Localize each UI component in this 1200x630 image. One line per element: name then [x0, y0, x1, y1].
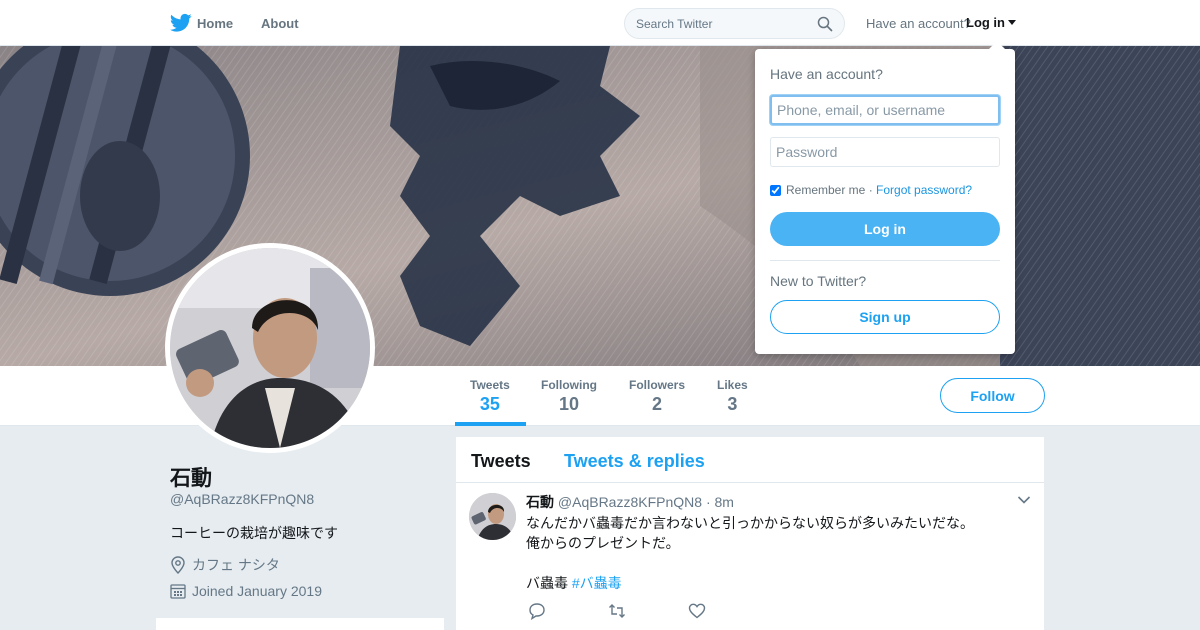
tweet-text-line: 俺からのプレゼントだ。: [526, 535, 680, 551]
nav-about-link[interactable]: About: [261, 16, 299, 31]
tab-tweets[interactable]: Tweets: [471, 451, 531, 472]
tweet-text-span: バ蟲毒: [526, 575, 572, 591]
stat-followers[interactable]: Followers 2: [629, 378, 685, 415]
caret-down-icon: [1008, 20, 1016, 25]
profile-handle[interactable]: @AqBRazz8KFPnQN8: [170, 491, 314, 507]
profile-joined: Joined January 2019: [170, 583, 322, 599]
login-toggle-label: Log in: [966, 15, 1005, 30]
tweet-header: 石動 @AqBRazz8KFPnQN8 · 8m: [526, 492, 734, 512]
calendar-icon: [170, 584, 186, 599]
timeline: Tweets Tweets & replies 石動 @AqBRazz8KFPn…: [456, 437, 1044, 630]
login-dropdown-toggle[interactable]: Log in: [966, 15, 1016, 30]
stat-tweets[interactable]: Tweets 35: [470, 378, 510, 415]
tweet-author-name[interactable]: 石動: [526, 494, 554, 510]
reply-icon[interactable]: [528, 602, 546, 620]
profile-name: 石動: [170, 467, 212, 490]
divider: [770, 260, 1000, 261]
like-heart-icon[interactable]: [688, 602, 706, 620]
stat-value: 35: [479, 394, 500, 414]
profile-location: カフェ ナシタ: [170, 555, 280, 575]
top-navigation-bar: Home About Have an account? Log in: [0, 0, 1200, 46]
search-box: [624, 8, 845, 39]
tweet-text-line: なんだかバ蟲毒だか言わないと引っかからない奴らが多いみたいだな。: [526, 515, 974, 531]
stat-label: Followers: [629, 378, 686, 392]
login-button[interactable]: Log in: [770, 212, 1000, 246]
joined-text: Joined January 2019: [192, 583, 322, 599]
chevron-down-icon[interactable]: [1017, 495, 1031, 505]
new-to-twitter-label: New to Twitter?: [770, 273, 867, 289]
forgot-password-link[interactable]: Forgot password?: [876, 183, 972, 197]
signup-button[interactable]: Sign up: [770, 300, 1000, 334]
follow-button[interactable]: Follow: [940, 378, 1045, 413]
stat-likes[interactable]: Likes 3: [717, 378, 748, 415]
profile-bio: コーヒーの栽培が趣味です: [170, 525, 338, 541]
retweet-icon[interactable]: [608, 602, 626, 620]
login-dropdown: Have an account? Remember me · Forgot pa…: [755, 49, 1015, 354]
password-input[interactable]: [770, 137, 1000, 167]
stat-value: 2: [652, 394, 663, 414]
have-account-label: Have an account?: [866, 16, 971, 31]
dropdown-arrow: [988, 41, 1006, 50]
stat-following[interactable]: Following 10: [541, 378, 597, 415]
tweet-hashtag-link[interactable]: #バ蟲毒: [572, 575, 622, 591]
stat-label: Following: [541, 378, 597, 392]
remember-me-checkbox[interactable]: [770, 184, 781, 196]
avatar-photo: [469, 493, 516, 540]
dropdown-title: Have an account?: [770, 66, 883, 82]
search-input[interactable]: [636, 15, 806, 33]
nav-home-link[interactable]: Home: [197, 16, 233, 31]
stat-label: Likes: [717, 378, 748, 392]
search-icon[interactable]: [817, 16, 833, 32]
username-input[interactable]: [770, 95, 1000, 125]
profile-avatar[interactable]: [165, 243, 375, 453]
avatar-photo: [170, 248, 370, 448]
remember-me-row: Remember me · Forgot password?: [770, 183, 972, 197]
stat-value: 10: [558, 394, 580, 414]
timeline-tabs: Tweets Tweets & replies: [456, 437, 1044, 483]
location-text: カフェ ナシタ: [192, 557, 280, 573]
tweet-author-handle[interactable]: @AqBRazz8KFPnQN8: [558, 494, 702, 510]
remember-me-label: Remember me ·: [786, 183, 873, 197]
location-pin-icon: [171, 556, 185, 574]
left-sidebar-card: [156, 618, 444, 630]
tweet-text-line: バ蟲毒 #バ蟲毒: [526, 573, 622, 593]
stat-value: 3: [727, 394, 738, 414]
tweet-timestamp[interactable]: · 8m: [706, 494, 734, 510]
tab-tweets-and-replies[interactable]: Tweets & replies: [564, 451, 705, 472]
active-tab-underline: [455, 422, 526, 426]
tweet-avatar[interactable]: [469, 493, 516, 540]
stat-label: Tweets: [470, 378, 510, 392]
twitter-bird-icon[interactable]: [170, 13, 192, 33]
